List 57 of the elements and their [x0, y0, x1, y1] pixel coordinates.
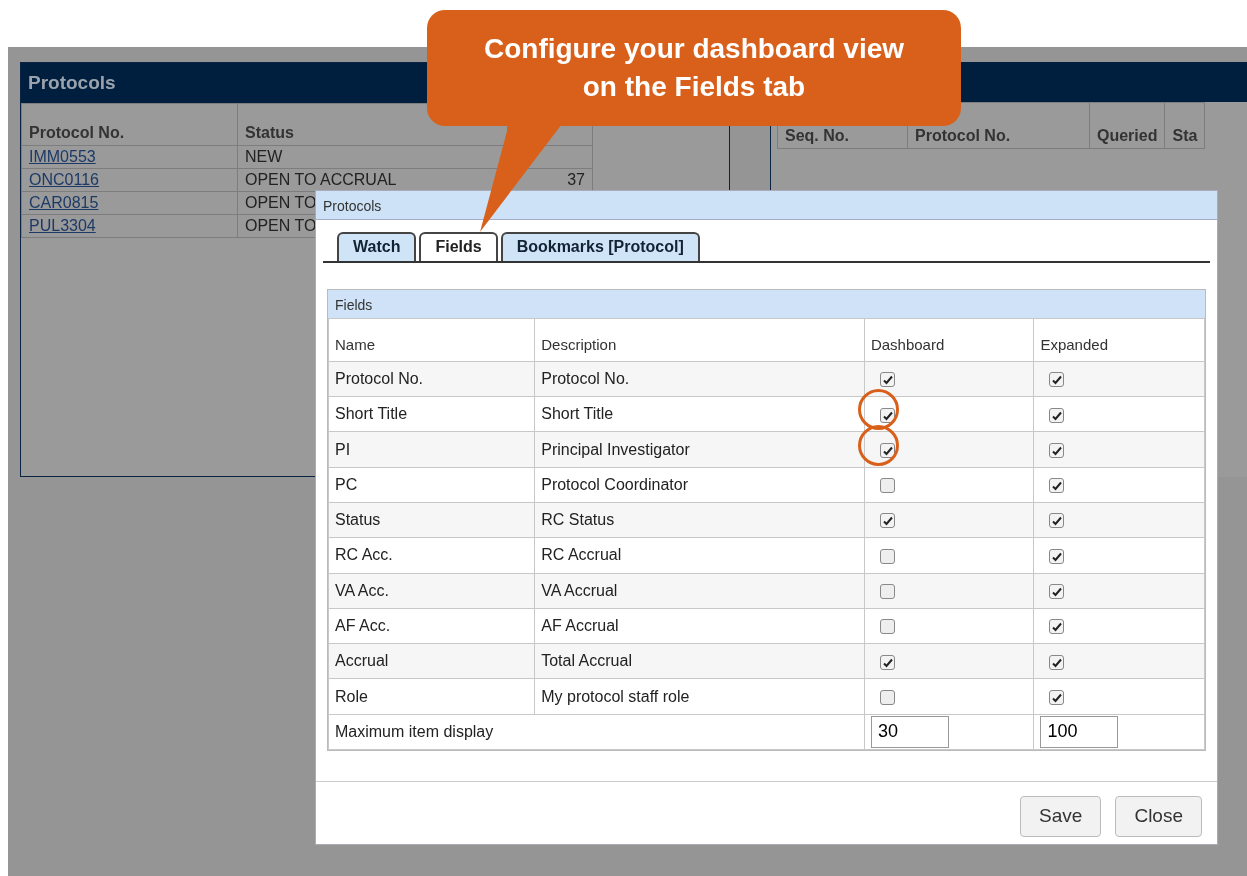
checkbox[interactable]	[879, 548, 895, 564]
table-cell: Principal Investigator	[534, 431, 865, 468]
table-cell: VA Acc.	[328, 573, 535, 609]
table-cell: RC Accrual	[534, 537, 865, 574]
button[interactable]: Close	[1115, 796, 1202, 837]
table-cell: Protocol Coordinator	[534, 467, 865, 503]
checkbox[interactable]	[1049, 513, 1065, 529]
checkbox[interactable]	[879, 407, 895, 423]
checkbox[interactable]	[879, 478, 895, 494]
checkbox[interactable]	[1049, 478, 1065, 494]
table-cell: Protocol No.	[534, 361, 865, 397]
checkbox[interactable]	[1049, 654, 1065, 670]
table-cell: PC	[328, 467, 535, 503]
table-cell: AF Acc.	[328, 608, 535, 644]
table-cell: Total Accrual	[534, 643, 865, 679]
checkbox[interactable]	[879, 584, 895, 599]
tab[interactable]: Fields	[419, 232, 498, 261]
column-header: Expanded	[1033, 318, 1205, 362]
dialog-title: Protocols	[316, 191, 1217, 220]
table-cell: My protocol staff role	[534, 678, 865, 715]
checkbox[interactable]	[1049, 442, 1065, 458]
checkbox[interactable]	[1049, 689, 1065, 705]
table-cell: Role	[328, 678, 535, 715]
tab[interactable]: Bookmarks [Protocol]	[500, 232, 700, 261]
checkbox[interactable]	[879, 689, 895, 705]
checkbox[interactable]	[1049, 548, 1065, 564]
table-cell: AF Accrual	[534, 608, 865, 644]
button[interactable]: Save	[1020, 796, 1102, 837]
input-field[interactable]: 100	[1040, 715, 1119, 748]
table-cell: RC Status	[534, 502, 865, 538]
table-cell: Maximum item display	[328, 714, 865, 750]
table-cell: Status	[328, 502, 535, 538]
table-cell: Accrual	[328, 643, 535, 679]
input-field[interactable]: 30	[870, 715, 949, 748]
checkbox[interactable]	[879, 619, 895, 635]
checkbox[interactable]	[879, 513, 895, 529]
tab[interactable]: Watch	[337, 232, 417, 261]
table-cell: RC Acc.	[328, 537, 535, 574]
column-header: Dashboard	[864, 318, 1034, 362]
checkbox[interactable]	[1049, 407, 1065, 423]
column-header: Name	[328, 318, 535, 362]
column-header: Protocol No.	[21, 103, 238, 146]
column-header: Queried	[1089, 102, 1165, 149]
table-cell: Protocol No.	[328, 361, 535, 397]
column-header: Description	[534, 318, 865, 362]
table-cell: Short Title	[328, 396, 535, 432]
table-cell: 37	[567, 171, 585, 189]
checkbox[interactable]	[879, 442, 895, 458]
table-cell: PI	[328, 431, 535, 468]
table-cell: VA Accrual	[534, 573, 865, 609]
checkbox[interactable]	[1049, 619, 1065, 635]
section-title: Fields	[328, 289, 1205, 318]
checkbox[interactable]	[1049, 372, 1065, 388]
column-header: Sta	[1164, 102, 1205, 149]
checkbox[interactable]	[1049, 584, 1065, 599]
checkbox[interactable]	[879, 654, 895, 670]
checkbox[interactable]	[879, 372, 895, 388]
